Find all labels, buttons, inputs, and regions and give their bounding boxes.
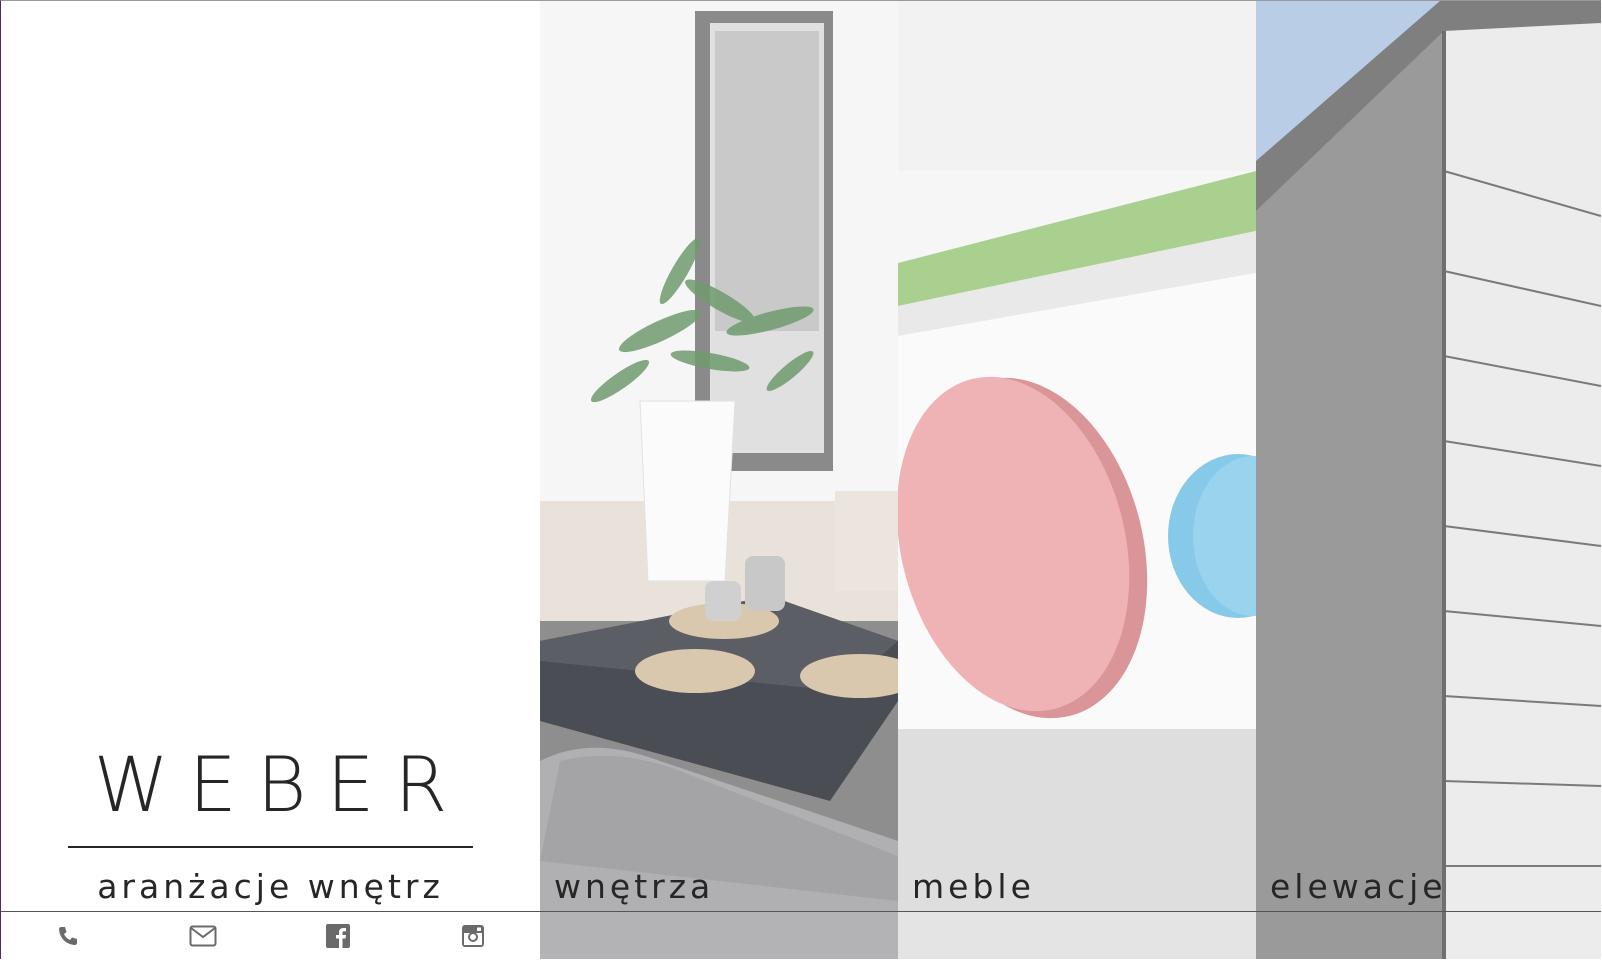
logo[interactable]: WEBER [1, 743, 540, 827]
category-panel-wnetrza[interactable]: wnętrza [540, 1, 898, 959]
social-bar [1, 912, 540, 959]
facade-photo [1256, 1, 1601, 959]
category-panel-meble[interactable]: meble [898, 1, 1256, 959]
facebook-icon[interactable] [323, 921, 353, 951]
instagram-icon[interactable] [458, 921, 488, 951]
furniture-photo [898, 1, 1256, 959]
page-frame: WEBER aranżacje wnętrz wnętrza meble ele… [0, 0, 1601, 959]
phone-icon[interactable] [53, 921, 83, 951]
brand-panel: WEBER aranżacje wnętrz [1, 1, 540, 959]
logo-underline [68, 846, 473, 848]
tagline: aranżacje wnętrz [97, 867, 444, 906]
category-label[interactable]: elewacje [1270, 867, 1447, 907]
category-panel-elewacje[interactable]: elewacje [1256, 1, 1601, 959]
bottom-divider [1, 911, 1601, 912]
interior-photo [540, 1, 898, 959]
category-label[interactable]: meble [912, 867, 1035, 907]
category-label[interactable]: wnętrza [554, 867, 714, 907]
mail-icon[interactable] [188, 921, 218, 951]
